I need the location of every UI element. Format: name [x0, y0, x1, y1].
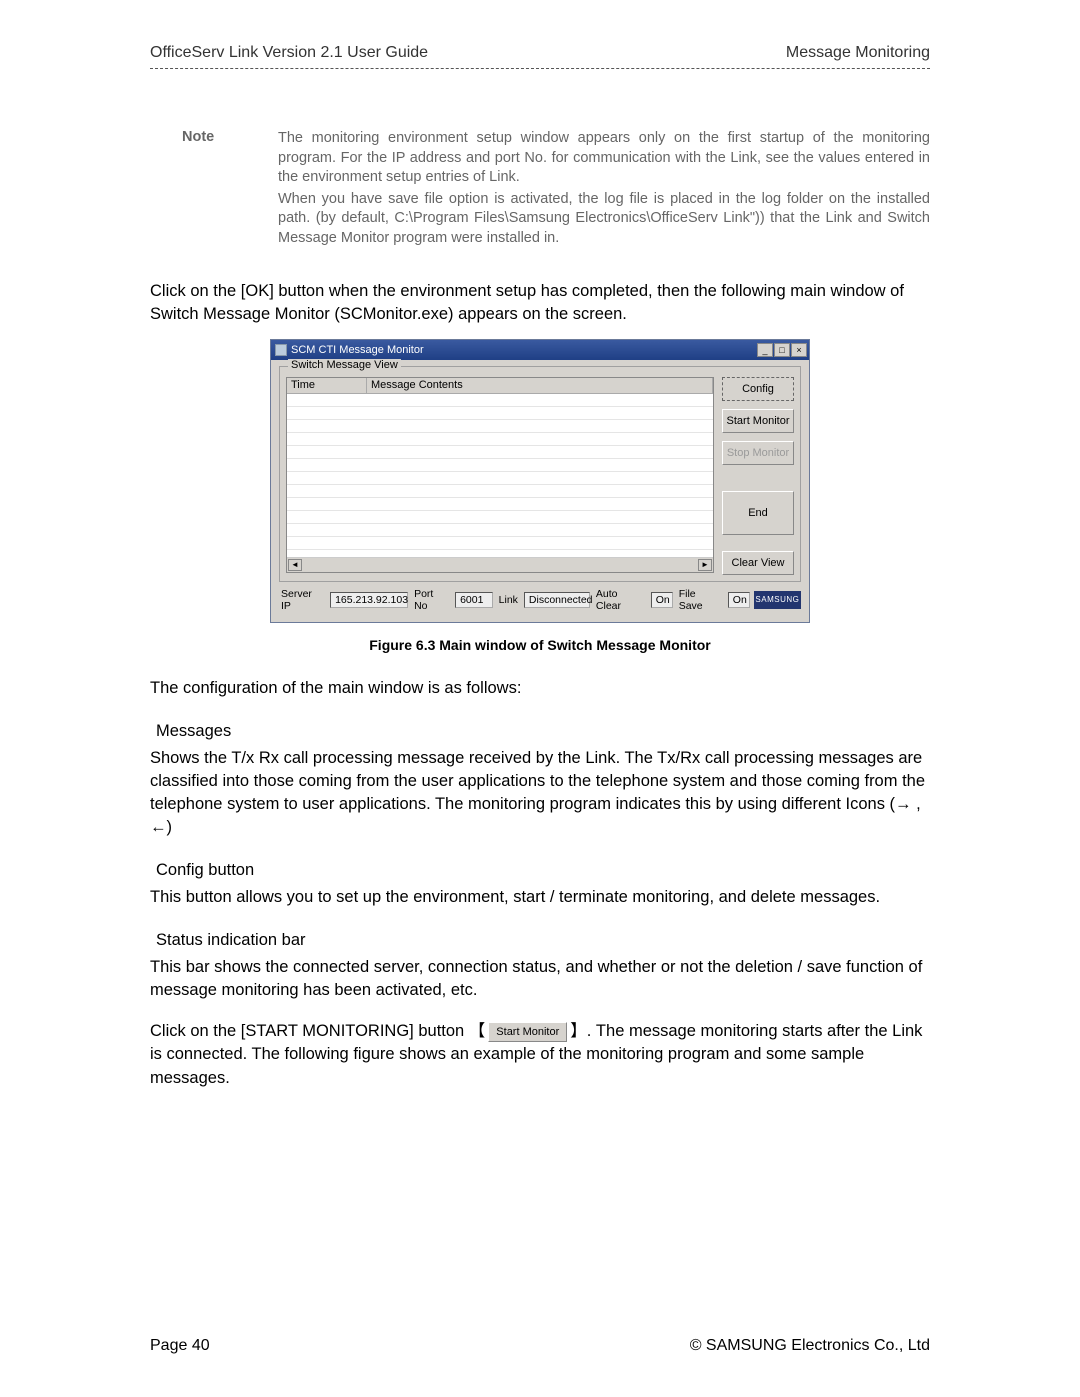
figure-caption: Figure 6.3 Main window of Switch Message…	[150, 637, 930, 653]
stop-monitor-button: Stop Monitor	[722, 441, 794, 465]
page-content: OfficeServ Link Version 2.1 User Guide M…	[0, 0, 1080, 1090]
scroll-left-icon[interactable]: ◄	[288, 559, 302, 571]
clear-view-button[interactable]: Clear View	[722, 551, 794, 575]
page-footer: Page 40 © SAMSUNG Electronics Co., Ltd	[150, 1337, 930, 1355]
samsung-logo: SAMSUNG	[754, 591, 801, 609]
autoclear-label: Auto Clear	[594, 588, 647, 612]
status-heading: Status indication bar	[156, 931, 930, 950]
messages-heading: Messages	[156, 722, 930, 741]
end-button[interactable]: End	[722, 491, 794, 535]
listview-header: Time Message Contents	[287, 378, 713, 394]
autoclear-value: On	[651, 592, 673, 608]
config-intro: The configuration of the main window is …	[150, 677, 930, 700]
groupbox-label: Switch Message View	[288, 359, 401, 371]
listview-rows	[287, 394, 713, 558]
status-paragraph: This bar shows the connected server, con…	[150, 956, 930, 1002]
side-button-panel: Config Start Monitor Stop Monitor End Cl…	[722, 377, 794, 575]
window-buttons: _ □ ×	[757, 343, 807, 357]
window-title: SCM CTI Message Monitor	[291, 344, 424, 356]
minimize-button[interactable]: _	[757, 343, 773, 357]
page-header: OfficeServ Link Version 2.1 User Guide M…	[150, 44, 930, 68]
note-block: Note The monitoring environment setup wi…	[182, 129, 930, 250]
config-heading: Config button	[156, 861, 930, 880]
server-ip-value: 165.213.92.103	[330, 592, 408, 608]
status-bar: Server IP 165.213.92.103 Port No 6001 Li…	[279, 582, 801, 614]
header-divider	[150, 68, 930, 69]
note-text: The monitoring environment setup window …	[278, 129, 930, 250]
intro-paragraph: Click on the [OK] button when the enviro…	[150, 280, 930, 326]
messages-paragraph: Shows the T/x Rx call processing message…	[150, 747, 930, 839]
section-title: Message Monitoring	[786, 44, 930, 62]
inline-start-monitor-button[interactable]: Start Monitor	[488, 1022, 567, 1042]
app-icon	[275, 344, 287, 356]
note-label: Note	[182, 129, 278, 250]
start-monitor-button[interactable]: Start Monitor	[722, 409, 794, 433]
column-contents[interactable]: Message Contents	[367, 378, 713, 393]
config-paragraph: This button allows you to set up the env…	[150, 886, 930, 909]
port-label: Port No	[412, 588, 451, 612]
scm-monitor-window: SCM CTI Message Monitor _ □ × Switch Mes…	[270, 339, 810, 623]
link-value: Disconnected	[524, 592, 590, 608]
server-ip-label: Server IP	[279, 588, 326, 612]
port-value: 6001	[455, 592, 493, 608]
doc-title: OfficeServ Link Version 2.1 User Guide	[150, 44, 428, 62]
note-paragraph-1: The monitoring environment setup window …	[278, 129, 930, 188]
scroll-right-icon[interactable]: ►	[698, 559, 712, 571]
switch-message-view-group: Switch Message View Time Message Content…	[279, 366, 801, 582]
copyright: © SAMSUNG Electronics Co., Ltd	[690, 1337, 930, 1355]
maximize-button[interactable]: □	[774, 343, 790, 357]
start-monitoring-paragraph: Click on the [START MONITORING] button 【…	[150, 1020, 930, 1089]
titlebar: SCM CTI Message Monitor _ □ ×	[271, 340, 809, 360]
filesave-value: On	[728, 592, 750, 608]
link-label: Link	[497, 594, 520, 606]
page-number: Page 40	[150, 1337, 210, 1355]
note-paragraph-2: When you have save file option is activa…	[278, 190, 930, 249]
filesave-label: File Save	[677, 588, 724, 612]
start-monitoring-pre: Click on the [START MONITORING] button 【	[150, 1022, 485, 1040]
config-button[interactable]: Config	[722, 377, 794, 401]
column-time[interactable]: Time	[287, 378, 367, 393]
close-button[interactable]: ×	[791, 343, 807, 357]
message-listview[interactable]: Time Message Contents ◄ ►	[286, 377, 714, 573]
horizontal-scrollbar[interactable]: ◄ ►	[287, 558, 713, 572]
